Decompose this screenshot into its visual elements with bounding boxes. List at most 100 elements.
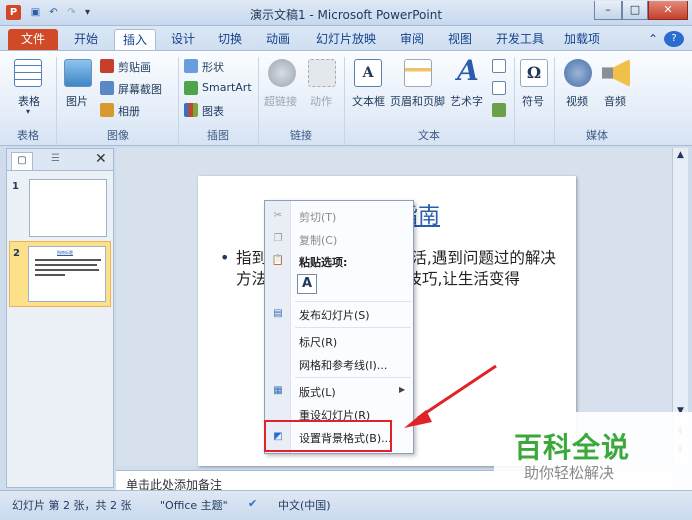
- hyperlink-button[interactable]: 超链接: [264, 93, 297, 109]
- group-divider: [56, 57, 57, 145]
- slides-pane-tabs: ▢ ☰ ✕: [7, 149, 113, 171]
- watermark-slogan: 助你轻松解决: [524, 464, 615, 482]
- chart-button[interactable]: 图表: [202, 103, 224, 119]
- picture-icon[interactable]: [64, 59, 92, 87]
- screenshot-button[interactable]: 屏幕截图: [118, 81, 162, 97]
- tab-view[interactable]: 视图: [440, 29, 480, 50]
- scroll-up-icon[interactable]: ▲: [677, 150, 684, 160]
- context-menu: ✂ 剪切(T) ❐ 复制(C) 📋 粘贴选项: A ▤ 发布幻灯片(S) 标尺(…: [264, 200, 414, 454]
- copy-icon: ❐: [273, 233, 283, 244]
- symbol-button[interactable]: 符号: [522, 93, 544, 109]
- wordart-button[interactable]: 艺术字: [450, 93, 483, 109]
- spellcheck-icon[interactable]: ✔: [248, 497, 257, 510]
- tab-design[interactable]: 设计: [164, 29, 202, 50]
- annotation-arrow-line: [417, 364, 497, 420]
- status-bar: 幻灯片 第 2 张，共 2 张 "Office 主题" ✔ 中文(中国): [0, 490, 692, 520]
- group-label-table: 表格: [17, 129, 39, 142]
- tab-animations[interactable]: 动画: [258, 29, 298, 50]
- video-button[interactable]: 视频: [566, 93, 588, 109]
- slide-number: 1: [12, 181, 19, 192]
- layout-icon: ▦: [273, 385, 283, 396]
- smartart-button[interactable]: SmartArt: [202, 81, 252, 94]
- menu-item-copy[interactable]: 复制(C): [299, 232, 337, 248]
- title-bar: P ▣ ↶ ↷ ▾ 演示文稿1 - Microsoft PowerPoint –…: [0, 0, 692, 26]
- audio-button[interactable]: 音频: [604, 93, 626, 109]
- header-footer-icon[interactable]: [404, 59, 432, 87]
- tab-transitions[interactable]: 切换: [210, 29, 250, 50]
- ribbon-insert: 表格 ▾ 表格 图片 剪贴画 屏幕截图 相册 图像 形状 SmartArt 图表…: [0, 50, 692, 146]
- close-button[interactable]: ✕: [648, 1, 688, 20]
- menu-separator: [295, 301, 411, 302]
- chart-icon[interactable]: [184, 103, 198, 117]
- slide-thumbnail-preview: 指南标题: [28, 246, 106, 302]
- slides-tab-icon[interactable]: ▢: [11, 152, 33, 170]
- header-footer-button[interactable]: 页眉和页脚: [390, 93, 445, 109]
- slide-thumbnail-2-selected[interactable]: 2 指南标题: [9, 241, 111, 307]
- group-label-text: 文本: [418, 129, 440, 142]
- clipart-icon[interactable]: [100, 59, 114, 73]
- menu-item-ruler[interactable]: 标尺(R): [299, 334, 337, 350]
- thumbnail-text-line: [35, 259, 101, 261]
- language-status[interactable]: 中文(中国): [278, 497, 331, 513]
- tab-home[interactable]: 开始: [66, 29, 106, 50]
- wordart-icon[interactable]: A: [454, 57, 482, 85]
- slide-number-icon[interactable]: [492, 81, 506, 95]
- object-icon[interactable]: [492, 103, 506, 117]
- action-icon[interactable]: [308, 59, 336, 87]
- hyperlink-icon[interactable]: [268, 59, 296, 87]
- close-pane-icon[interactable]: ✕: [95, 151, 107, 167]
- menu-item-layout[interactable]: 版式(L): [299, 384, 336, 400]
- group-divider: [554, 57, 555, 145]
- tab-insert[interactable]: 插入: [114, 29, 156, 50]
- tab-review[interactable]: 审阅: [392, 29, 432, 50]
- smartart-icon[interactable]: [184, 81, 198, 95]
- action-button[interactable]: 动作: [310, 93, 332, 109]
- maximize-button[interactable]: □: [622, 1, 648, 20]
- picture-button[interactable]: 图片: [66, 93, 88, 109]
- screenshot-icon[interactable]: [100, 81, 114, 95]
- bullet-icon: •: [220, 248, 230, 267]
- collapse-ribbon-icon[interactable]: ⌃: [646, 29, 660, 50]
- slide-thumbnail-1[interactable]: [29, 179, 107, 237]
- textbox-button[interactable]: 文本框: [352, 93, 385, 109]
- slides-pane: ▢ ☰ ✕ 1 2 指南标题: [6, 148, 114, 488]
- video-icon[interactable]: [564, 59, 592, 87]
- publish-slides-icon: ▤: [273, 308, 283, 319]
- textbox-icon[interactable]: A: [354, 59, 382, 87]
- watermark-brand: 百科全说: [514, 431, 631, 464]
- theme-status[interactable]: "Office 主题": [160, 497, 228, 513]
- shapes-button[interactable]: 形状: [202, 59, 224, 75]
- shapes-icon[interactable]: [184, 59, 198, 73]
- help-icon[interactable]: ?: [664, 31, 684, 47]
- group-label-images: 图像: [107, 129, 129, 142]
- menu-item-grid-guides[interactable]: 网格和参考线(I)...: [299, 357, 387, 373]
- outline-tab-icon[interactable]: ☰: [51, 153, 60, 164]
- group-label-links: 链接: [290, 129, 312, 142]
- thumbnail-text-line: [35, 269, 99, 271]
- menu-item-cut[interactable]: 剪切(T): [299, 209, 336, 225]
- paste-icon: 📋: [271, 255, 285, 266]
- photo-album-button[interactable]: 相册: [118, 103, 140, 119]
- audio-icon[interactable]: [602, 59, 630, 87]
- tab-file[interactable]: 文件: [8, 29, 58, 50]
- menu-separator: [295, 377, 411, 378]
- tab-addins[interactable]: 加载项: [558, 29, 606, 50]
- date-time-icon[interactable]: [492, 59, 506, 73]
- window-title: 演示文稿1 - Microsoft PowerPoint: [249, 8, 443, 22]
- group-divider: [514, 57, 515, 145]
- menu-separator: [295, 327, 411, 328]
- table-icon[interactable]: [14, 59, 42, 87]
- paste-keep-text-button[interactable]: A: [297, 274, 317, 294]
- group-divider: [344, 57, 345, 145]
- minimize-button[interactable]: –: [594, 1, 622, 20]
- clipart-button[interactable]: 剪贴画: [118, 59, 151, 75]
- tab-slideshow[interactable]: 幻灯片放映: [306, 29, 386, 50]
- highlight-box: [264, 420, 392, 452]
- menu-item-publish-slides[interactable]: 发布幻灯片(S): [299, 307, 370, 323]
- cut-icon: ✂: [273, 210, 283, 221]
- tab-developer[interactable]: 开发工具: [488, 29, 552, 50]
- photo-album-icon[interactable]: [100, 103, 114, 117]
- ribbon-tabs: 文件 开始 插入 设计 切换 动画 幻灯片放映 审阅 视图 开发工具 加载项 ⌃…: [0, 26, 692, 50]
- group-divider: [258, 57, 259, 145]
- symbol-icon[interactable]: Ω: [520, 59, 548, 87]
